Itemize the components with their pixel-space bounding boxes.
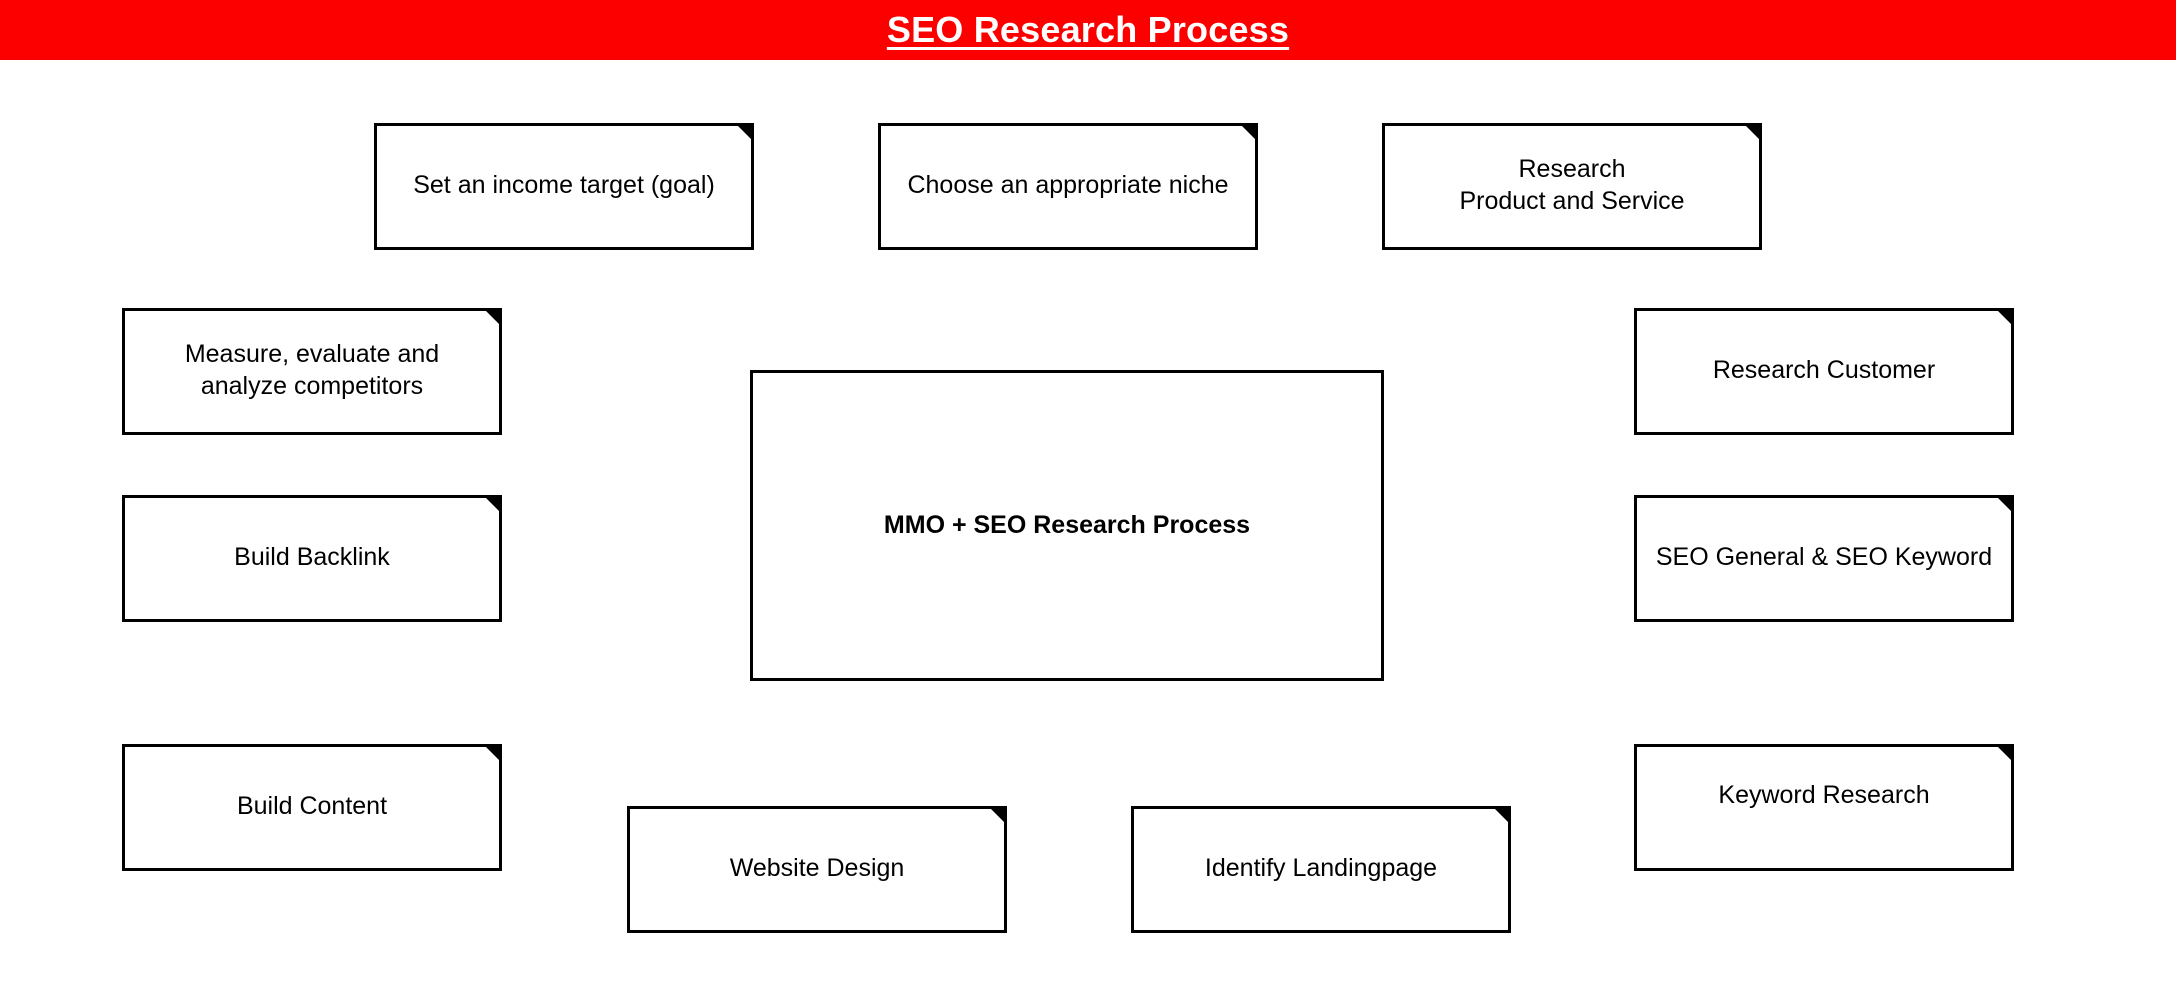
- node-label: Choose an appropriate niche: [907, 170, 1229, 199]
- node-label: Build Backlink: [234, 542, 390, 571]
- mindmap-canvas: Set an income target (goal) Choose an ap…: [0, 60, 2176, 984]
- node-seo-general-and-seo-keyword[interactable]: SEO General & SEO Keyword: [1634, 495, 2014, 622]
- page-title: SEO Research Process: [886, 9, 1290, 50]
- node-research-customer[interactable]: Research Customer: [1634, 308, 2014, 435]
- node-website-design[interactable]: Website Design: [627, 806, 1007, 933]
- node-label: Research Customer: [1712, 355, 1936, 384]
- node-choose-an-appropriate-niche[interactable]: Choose an appropriate niche: [878, 123, 1258, 250]
- node-build-backlink[interactable]: Build Backlink: [122, 495, 502, 622]
- node-center-mmo-seo-research-process[interactable]: MMO + SEO Research Process: [750, 370, 1384, 681]
- node-research-product-and-service[interactable]: Research Product and Service: [1382, 123, 1762, 250]
- node-label: Research Product and Service: [1459, 155, 1685, 215]
- node-label: Set an income target (goal): [413, 170, 715, 199]
- node-label: Build Content: [236, 791, 388, 820]
- node-label: Keyword Research: [1718, 780, 1930, 809]
- node-label: Website Design: [729, 853, 905, 882]
- node-label: MMO + SEO Research Process: [883, 510, 1251, 539]
- node-keyword-research[interactable]: Keyword Research: [1634, 744, 2014, 871]
- node-build-content[interactable]: Build Content: [122, 744, 502, 871]
- node-set-an-income-target[interactable]: Set an income target (goal): [374, 123, 754, 250]
- node-label: SEO General & SEO Keyword: [1655, 542, 1993, 571]
- header-banner: SEO Research Process: [0, 0, 2176, 60]
- node-identify-landingpage[interactable]: Identify Landingpage: [1131, 806, 1511, 933]
- node-measure-evaluate-analyze-competitors[interactable]: Measure, evaluate and analyze competitor…: [122, 308, 502, 435]
- node-label: Measure, evaluate and analyze competitor…: [184, 340, 440, 400]
- node-label: Identify Landingpage: [1204, 853, 1438, 882]
